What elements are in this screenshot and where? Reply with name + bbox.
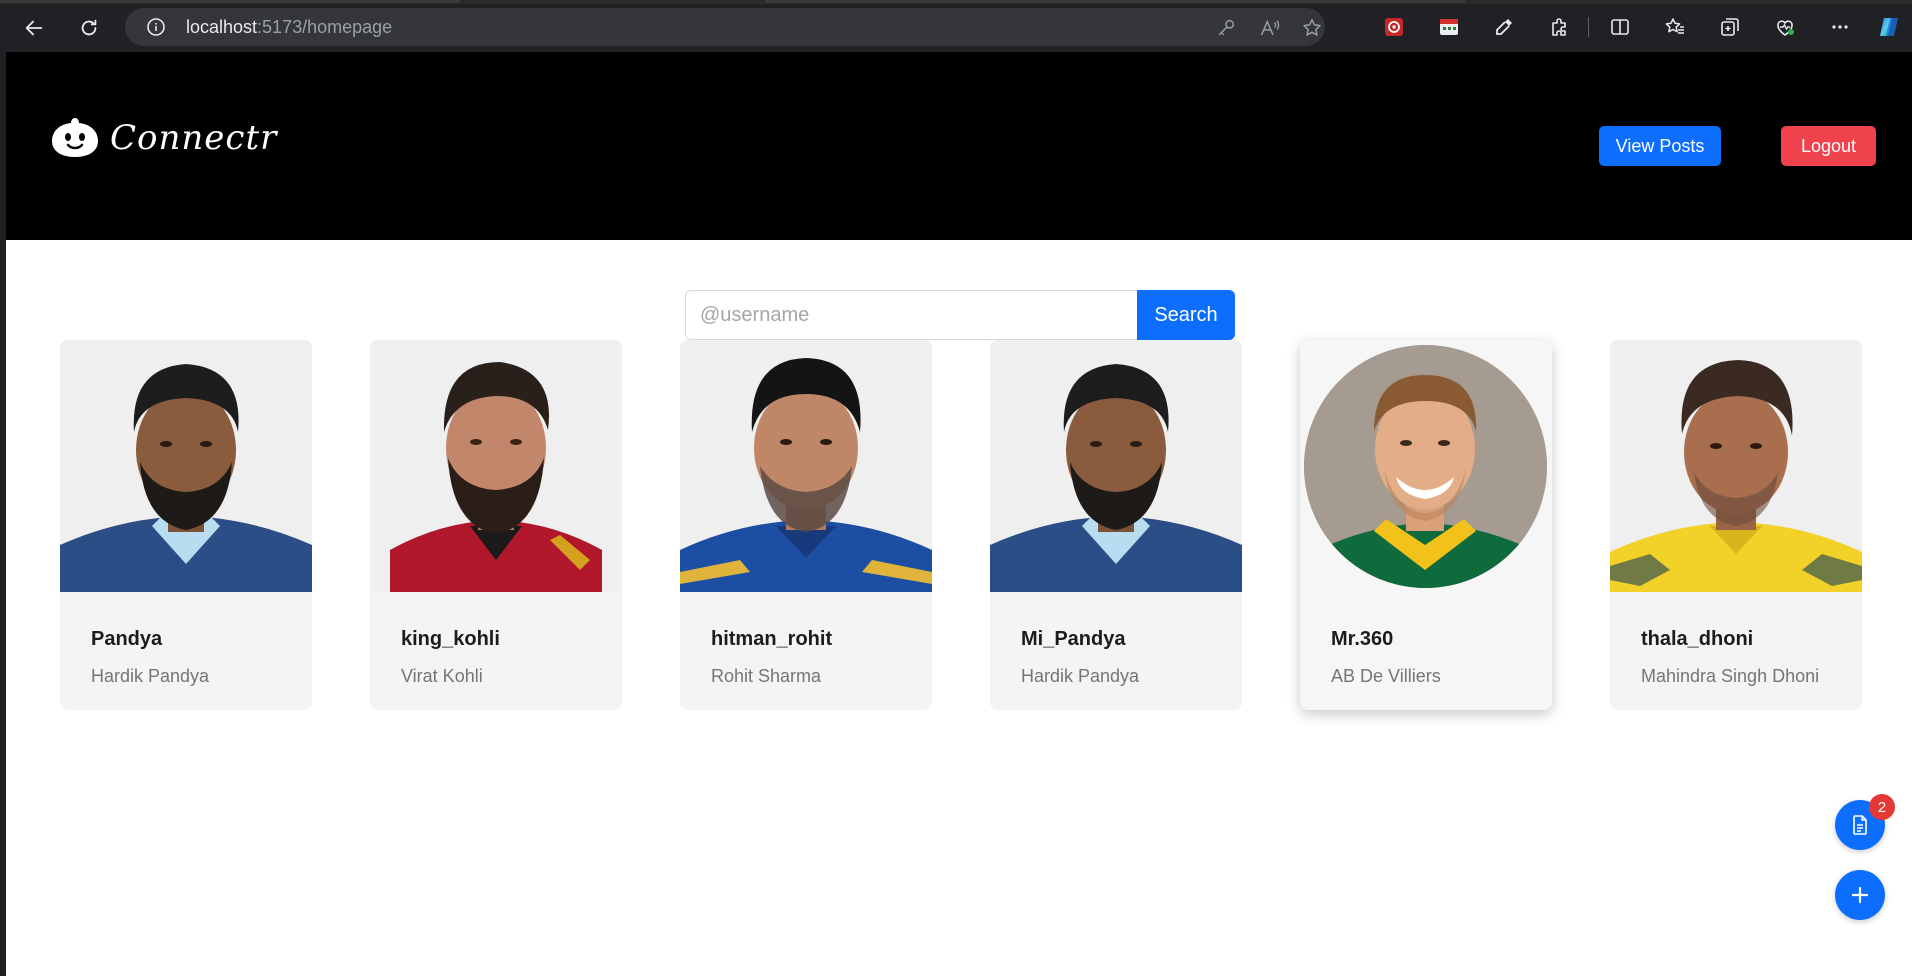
avatar: [990, 340, 1242, 592]
extension-calendar-icon[interactable]: [1436, 14, 1462, 40]
card-full-name: Mahindra Singh Dhoni: [1641, 666, 1820, 686]
card-full-name: Virat Kohli: [401, 666, 483, 686]
favorite-star-icon[interactable]: [1301, 17, 1323, 39]
avatar: [680, 340, 932, 592]
toolbar-divider: [1588, 17, 1589, 37]
user-card[interactable]: Pandya Hardik Pandya: [60, 340, 312, 710]
url-path: :5173/homepage: [257, 17, 393, 37]
username-search-input[interactable]: [685, 290, 1143, 340]
card-username: Mr.360: [1331, 628, 1394, 650]
avatar: [1610, 340, 1862, 592]
read-aloud-icon[interactable]: [1259, 17, 1281, 39]
search-button[interactable]: Search: [1137, 290, 1235, 340]
user-card[interactable]: Mi_Pandya Hardik Pandya: [990, 340, 1242, 710]
site-info-icon[interactable]: [146, 17, 166, 37]
card-full-name: AB De Villiers: [1331, 666, 1441, 686]
plus-icon: [1851, 886, 1869, 904]
key-icon[interactable]: [1215, 17, 1237, 39]
user-card[interactable]: hitman_rohit Rohit Sharma: [680, 340, 932, 710]
ghost-logo-icon: [52, 118, 98, 157]
browser-essentials-icon[interactable]: [1772, 14, 1798, 40]
extensions-puzzle-icon[interactable]: [1546, 14, 1572, 40]
back-icon[interactable]: [18, 12, 50, 44]
card-full-name: Hardik Pandya: [91, 666, 210, 686]
logo[interactable]: Connectr: [48, 116, 277, 160]
url-text: localhost:5173/homepage: [186, 8, 392, 46]
user-card[interactable]: Mr.360 AB De Villiers: [1300, 340, 1552, 710]
view-posts-button[interactable]: View Posts: [1599, 126, 1721, 166]
app-root: Connectr View Posts Logout Search: [6, 52, 1912, 976]
browser-toolbar: localhost:5173/homepage: [0, 0, 1912, 52]
copilot-icon[interactable]: [1876, 14, 1902, 40]
collections-icon[interactable]: [1717, 14, 1743, 40]
split-screen-icon[interactable]: [1607, 14, 1633, 40]
user-card[interactable]: thala_dhoni Mahindra Singh Dhoni: [1610, 340, 1862, 710]
card-full-name: Hardik Pandya: [1021, 666, 1140, 686]
document-icon: [1853, 815, 1867, 835]
address-bar[interactable]: localhost:5173/homepage: [125, 8, 1325, 46]
card-username: thala_dhoni: [1641, 628, 1754, 650]
url-host: localhost: [186, 17, 258, 37]
card-username: king_kohli: [401, 628, 500, 650]
card-username: hitman_rohit: [711, 628, 833, 650]
avatar: [1300, 340, 1552, 592]
app-header: Connectr View Posts Logout: [6, 52, 1912, 240]
avatar: [60, 340, 312, 592]
card-full-name: Rohit Sharma: [711, 666, 822, 686]
card-username: Pandya: [91, 628, 163, 650]
avatar-circle: [1304, 345, 1547, 588]
add-post-fab-button[interactable]: [1835, 870, 1885, 920]
refresh-icon[interactable]: [73, 12, 105, 44]
user-card[interactable]: king_kohli Virat Kohli: [370, 340, 622, 710]
extension-red-icon[interactable]: [1381, 14, 1407, 40]
logout-button[interactable]: Logout: [1781, 126, 1876, 166]
card-username: Mi_Pandya: [1021, 628, 1126, 650]
notification-badge: 2: [1869, 794, 1895, 820]
avatar: [370, 340, 622, 592]
logo-text: Connectr: [110, 118, 278, 158]
eyedropper-icon[interactable]: [1491, 14, 1517, 40]
tab-strip: [0, 0, 1912, 4]
more-menu-icon[interactable]: [1827, 14, 1853, 40]
favorites-icon[interactable]: [1662, 14, 1688, 40]
